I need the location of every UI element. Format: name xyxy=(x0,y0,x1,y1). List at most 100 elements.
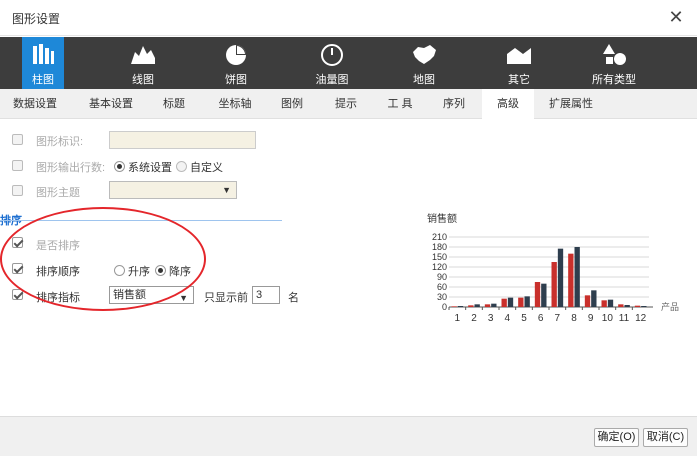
chart-title: 销售额 xyxy=(427,212,457,225)
sort-metric-checkbox[interactable] xyxy=(12,289,23,300)
x-tick-label: 6 xyxy=(538,313,544,324)
chart-type-label: 线图 xyxy=(132,74,154,86)
ascending-label: 升序 xyxy=(128,266,150,278)
show-top-input[interactable]: 3 xyxy=(252,286,280,304)
bar xyxy=(484,304,491,307)
chart-type-label: 饼图 xyxy=(225,74,247,86)
bar xyxy=(557,248,564,307)
line-chart-icon xyxy=(131,46,155,64)
tab-title[interactable]: 标题 xyxy=(152,89,196,119)
chart-type-map-item[interactable]: 地图 xyxy=(403,37,445,89)
chart-type-all-item[interactable]: 所有类型 xyxy=(586,37,642,89)
sort-metric-value: 销售额 xyxy=(113,289,146,301)
bar-chart-icon xyxy=(33,44,54,64)
chart-type-label: 油量图 xyxy=(315,74,349,86)
tab-tools[interactable]: 工 具 xyxy=(378,89,422,119)
y-tick-label: 120 xyxy=(432,262,447,272)
dialog-titlebar: 图形设置 ✕ xyxy=(0,0,697,36)
close-icon[interactable]: ✕ xyxy=(667,8,685,26)
chart-type-other-item[interactable]: 其它 xyxy=(498,37,540,89)
chart-type-label: 所有类型 xyxy=(592,74,636,86)
bar xyxy=(568,253,574,307)
enable-sort-label: 是否排序 xyxy=(36,240,80,252)
descending-label: 降序 xyxy=(169,266,191,278)
x-tick-label: 2 xyxy=(471,313,477,324)
x-axis-label: 产品 xyxy=(661,301,679,312)
output-rows-label: 图形输出行数: xyxy=(36,162,106,174)
graphic-id-checkbox[interactable] xyxy=(12,134,23,145)
descending-radio[interactable] xyxy=(155,265,166,276)
tab-tooltip[interactable]: 提示 xyxy=(326,89,366,119)
bar xyxy=(474,304,480,307)
custom-radio[interactable] xyxy=(176,161,187,172)
bar xyxy=(551,262,557,307)
bar xyxy=(591,290,597,307)
y-tick-label: 0 xyxy=(442,302,447,312)
sort-metric-label: 排序指标 xyxy=(36,292,80,304)
system-setting-label: 系统设置 xyxy=(128,162,172,174)
bar-chart-preview: 销售额03060901201501802101 2 3 4 5 6 7 8 9 10 11 12产品 xyxy=(427,212,679,324)
chart-type-pie-item[interactable]: 饼图 xyxy=(215,37,257,89)
tab-basic-settings[interactable]: 基本设置 xyxy=(80,89,142,119)
bar xyxy=(541,283,547,307)
bar xyxy=(618,304,624,307)
settings-tabbar: 数据设置 基本设置 标题 坐标轴 图例 提示 工 具 序列 高级 扩展属性 xyxy=(0,89,697,120)
chart-type-gauge-item[interactable]: 油量图 xyxy=(309,37,355,89)
x-tick-label: 4 xyxy=(505,313,511,324)
x-tick-label: 10 xyxy=(602,313,614,324)
graphic-id-field[interactable] xyxy=(109,131,256,149)
show-top-label: 只显示前 xyxy=(204,292,248,304)
enable-sort-checkbox[interactable] xyxy=(12,237,23,248)
advanced-panel: 图形标识: 图形输出行数: 系统设置 自定义 图形主题 ▼ 排序 是否排序 排序… xyxy=(0,120,697,416)
bar xyxy=(634,305,641,307)
graphic-id-label: 图形标识: xyxy=(36,136,84,148)
bar xyxy=(584,295,591,307)
theme-checkbox[interactable] xyxy=(12,185,23,196)
chart-type-label: 地图 xyxy=(413,74,435,86)
x-tick-label: 8 xyxy=(571,313,577,324)
sort-order-checkbox[interactable] xyxy=(12,263,23,274)
ok-button[interactable]: 确定(O) xyxy=(594,428,639,447)
section-divider xyxy=(0,220,282,221)
area-shape-icon xyxy=(507,48,531,64)
dialog-title: 图形设置 xyxy=(12,12,61,26)
sort-metric-select[interactable]: 销售额 ▼ xyxy=(109,286,194,304)
map-icon xyxy=(413,45,436,64)
y-tick-label: 180 xyxy=(432,242,447,252)
x-tick-label: 1 xyxy=(455,313,461,324)
tab-extended-properties[interactable]: 扩展属性 xyxy=(540,89,602,119)
tab-axis[interactable]: 坐标轴 xyxy=(210,89,260,119)
x-tick-label: 7 xyxy=(555,313,561,324)
x-tick-label: 3 xyxy=(488,313,494,324)
x-tick-label: 11 xyxy=(619,313,630,324)
tab-data-settings[interactable]: 数据设置 xyxy=(4,89,66,119)
chevron-down-icon: ▼ xyxy=(222,185,231,195)
bar xyxy=(468,305,474,307)
tab-series[interactable]: 序列 xyxy=(432,89,476,119)
system-setting-radio[interactable] xyxy=(114,161,125,172)
chart-type-label: 柱图 xyxy=(32,74,54,86)
bar xyxy=(641,306,647,307)
chart-type-bar-item[interactable]: 柱图 xyxy=(22,37,64,89)
ascending-radio[interactable] xyxy=(114,265,125,276)
show-top-unit: 名 xyxy=(288,292,299,304)
bar xyxy=(534,282,541,307)
chart-type-line-item[interactable]: 线图 xyxy=(122,37,164,89)
x-tick-label: 12 xyxy=(635,313,647,324)
y-tick-label: 150 xyxy=(432,252,447,262)
bar xyxy=(491,303,497,307)
sort-order-label: 排序顺序 xyxy=(36,266,80,278)
tab-advanced[interactable]: 高级 xyxy=(482,89,534,120)
theme-select[interactable]: ▼ xyxy=(109,181,237,199)
bar xyxy=(518,297,524,307)
pie-chart-icon xyxy=(226,45,246,65)
tab-legend[interactable]: 图例 xyxy=(272,89,312,119)
output-rows-checkbox[interactable] xyxy=(12,160,23,171)
cancel-button[interactable]: 取消(C) xyxy=(643,428,688,447)
chevron-down-icon: ▼ xyxy=(179,293,188,303)
bar xyxy=(451,306,457,307)
bar xyxy=(574,247,580,307)
y-tick-label: 210 xyxy=(432,232,447,242)
custom-label: 自定义 xyxy=(190,162,223,174)
y-tick-label: 90 xyxy=(437,272,447,282)
